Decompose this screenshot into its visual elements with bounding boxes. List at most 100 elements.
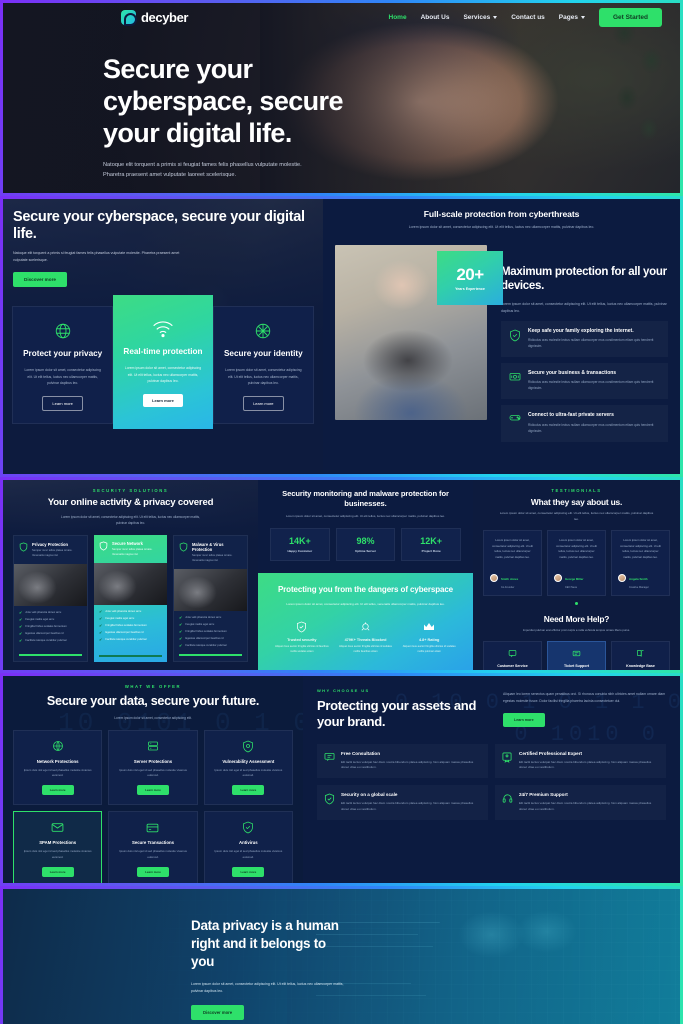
list-item: ✔ Feugiat mattis eget arcu bbox=[179, 622, 242, 627]
get-started-button[interactable]: Get Started bbox=[598, 8, 662, 27]
section2-right-panel: Full-scale protection from cyberthreats … bbox=[323, 199, 680, 474]
testimonial-card[interactable]: Lorem ipsum dolor sit amet, consectetur … bbox=[547, 530, 606, 597]
learn-more-button[interactable]: Learn more bbox=[503, 712, 545, 727]
nav-link-services[interactable]: Services bbox=[463, 14, 498, 21]
feature-card-text: Lorem ipsum dolor sit amet, consectetur … bbox=[225, 367, 302, 386]
learn-more-button[interactable]: Learn more bbox=[42, 396, 83, 412]
learn-more-button[interactable]: Learn more bbox=[143, 394, 183, 408]
check-icon: ✔ bbox=[19, 616, 23, 622]
feature-item-private-servers[interactable]: Connect to ultra-fast private servers Ri… bbox=[501, 405, 668, 441]
service-title: Secure Transactions bbox=[131, 840, 175, 846]
section2-frame: Secure your cyberspace, secure your digi… bbox=[0, 196, 683, 477]
testimonials-eyebrow: TESTIMONIALS bbox=[551, 488, 602, 493]
help-card-ticket-support[interactable]: Ticket Support Venenatis sagittis sit ul… bbox=[547, 640, 606, 670]
learn-more-button[interactable]: Learn more bbox=[41, 785, 74, 796]
feature-card-identity[interactable]: Secure your identity Lorem ipsum dolor s… bbox=[212, 306, 314, 425]
help-card-customer-service[interactable]: Customer Service Venenatis sagittis sit … bbox=[483, 640, 542, 670]
trust-badge-title: Trusted security bbox=[287, 637, 317, 642]
section2-right-content: Maximum protection for all your devices.… bbox=[501, 245, 668, 442]
why-feature-global-security[interactable]: Security on a global scale Elit taciti l… bbox=[317, 785, 488, 820]
help-card-knowledge-base[interactable]: Knowledge Base Venenatis sagittis sit ul… bbox=[611, 640, 670, 670]
discover-more-button[interactable]: Discover more bbox=[191, 1004, 245, 1020]
learn-more-button[interactable]: Learn more bbox=[232, 785, 265, 796]
service-card-vulnerability-assessment[interactable]: Vulnerability Assessment Ipsum duis nisl… bbox=[203, 729, 293, 806]
hero-section-frame: decyber Home About Us Services Contact u… bbox=[0, 0, 683, 196]
why-feature-free-consultation[interactable]: Free Consultation Elit taciti lectus vol… bbox=[317, 744, 488, 779]
protection-card-malware[interactable]: Malware & Virus Protection Semper nunc t… bbox=[173, 535, 248, 662]
feature-card-realtime[interactable]: Real-time protection Lorem ipsum dolor s… bbox=[113, 295, 213, 430]
learn-more-button[interactable]: Learn more bbox=[137, 866, 169, 877]
landing-page-preview: decyber Home About Us Services Contact u… bbox=[0, 0, 683, 1024]
list-item-label: Fringilla finibus sodales fermentum bbox=[185, 630, 227, 634]
list-item: ✔ Facilisis natoque curabitur pulvinar bbox=[99, 637, 162, 642]
testimonial-role: Creative Manager bbox=[629, 586, 649, 590]
feature-title: Secure your business & transactions bbox=[528, 369, 617, 376]
card-title: Malware & Virus Protection bbox=[192, 542, 224, 553]
testimonial-role: CEO Nexa bbox=[565, 586, 577, 590]
discover-more-button[interactable]: Discover more bbox=[13, 272, 67, 288]
mail-shield-icon bbox=[19, 821, 96, 834]
section4-frame: WHAT WE OFFER Secure your data, secure y… bbox=[0, 673, 683, 886]
crown-icon bbox=[397, 621, 461, 633]
section2-left-title: Secure your cyberspace, secure your digi… bbox=[13, 209, 305, 243]
service-title: SPAM Protections bbox=[39, 840, 77, 846]
learn-more-button[interactable]: Learn more bbox=[243, 396, 284, 412]
nav-link-pages-label: Pages bbox=[558, 14, 578, 21]
stat-project-done: 12K+ Project Done bbox=[401, 528, 462, 562]
card-accent-bar bbox=[179, 653, 242, 656]
nav-link-contact-us[interactable]: Contact us bbox=[511, 14, 545, 21]
why-feature-premium-support[interactable]: 24/7 Premium Support Elit taciti lectus … bbox=[495, 785, 666, 820]
check-icon: ✔ bbox=[19, 637, 23, 643]
feature-text: Ridiculus cras molestie lectus nullam ul… bbox=[528, 380, 654, 391]
service-card-secure-transactions[interactable]: Secure Transactions Ipsum duis nisl eget… bbox=[108, 811, 198, 883]
why-choose-header: WHY CHOOSE US Protecting your assets and… bbox=[317, 688, 666, 731]
nav-link-home[interactable]: Home bbox=[389, 14, 407, 21]
shield-icon bbox=[179, 542, 188, 564]
feature-item-secure-business[interactable]: Secure your business & transactions Ridi… bbox=[501, 363, 668, 399]
section2-left-panel: Secure your cyberspace, secure your digi… bbox=[3, 199, 323, 474]
service-card-antivirus[interactable]: Antivirus Ipsum duis nisl eget id sed ph… bbox=[203, 811, 293, 883]
shield-icon bbox=[99, 541, 108, 558]
learn-more-button[interactable]: Learn more bbox=[137, 785, 169, 796]
service-card-network-protections[interactable]: Network Protections Ipsum duis nisl eget… bbox=[13, 729, 103, 806]
protection-card-privacy[interactable]: Privacy Protection Semper nunc tellus pl… bbox=[13, 535, 88, 662]
card-title: Secure Network bbox=[112, 541, 143, 547]
feature-card-privacy[interactable]: Protect your privacy Lorem ipsum dolor s… bbox=[12, 306, 114, 425]
trust-badge-title: 4.8+ Rating bbox=[418, 637, 440, 642]
feature-item-family-safety[interactable]: Keep safe your family exploring the inte… bbox=[501, 321, 668, 357]
check-icon: ✔ bbox=[179, 614, 183, 620]
testimonial-card[interactable]: Lorem ipsum dolor sit amet, consectetur … bbox=[611, 530, 670, 597]
stat-number: 12K+ bbox=[420, 536, 443, 547]
feature-title: Connect to ultra-fast private servers bbox=[528, 412, 614, 419]
service-text: Ipsum duis nisl eget id sed phasellus mo… bbox=[119, 767, 187, 778]
testimonial-card[interactable]: Lorem ipsum dolor sit amet, consectetur … bbox=[483, 530, 542, 597]
why-feature-text: Elit taciti lectus volutpat hac diam nos… bbox=[519, 759, 652, 770]
experience-image-wrap: 20+ Years Experience bbox=[335, 244, 503, 442]
testimonial-user: Smith Jones Co-Founder bbox=[490, 567, 535, 589]
help-card-title: Customer Service bbox=[497, 663, 528, 668]
trust-badges: Trusted security Aliquet risus auctor fr… bbox=[270, 621, 461, 654]
card-head: Secure Network Semper nunc tellus platea… bbox=[94, 535, 167, 563]
service-card-server-protections[interactable]: Server Protections Ipsum duis nisl eget … bbox=[108, 729, 198, 806]
learn-more-button[interactable]: Learn more bbox=[41, 866, 74, 877]
card-accent-bar bbox=[19, 653, 82, 656]
learn-more-button[interactable]: Learn more bbox=[232, 866, 265, 877]
list-item: ✔ Egestas ullamcorper faucibus id bbox=[179, 636, 242, 641]
years-experience-badge: 20+ Years Experience bbox=[437, 250, 503, 305]
nav-link-about-us[interactable]: About Us bbox=[421, 14, 450, 21]
network-globe-icon bbox=[223, 321, 304, 340]
card-desc: Semper nunc tellus platea ornare. Venena… bbox=[112, 548, 153, 556]
brand-logo[interactable]: decyber bbox=[121, 10, 188, 26]
why-feature-certified-expert[interactable]: Certified Professional Expert Elit tacit… bbox=[495, 744, 666, 779]
list-item-label: Ante velit pharetra donec arcu bbox=[185, 616, 222, 620]
nav-link-pages[interactable]: Pages bbox=[559, 14, 585, 21]
card-photo bbox=[14, 563, 87, 606]
service-card-spam-protections[interactable]: SPAM Protections Ipsum duis nisl eget id… bbox=[13, 811, 103, 883]
section3a-title: Your online activity & privacy covered bbox=[47, 497, 214, 508]
list-item-label: Egestas ullamcorper faucibus id bbox=[25, 632, 64, 636]
protection-card-network[interactable]: Secure Network Semper nunc tellus platea… bbox=[94, 535, 167, 662]
carousel-dot[interactable] bbox=[575, 602, 578, 606]
card-head: Privacy Protection Semper nunc tellus pl… bbox=[14, 536, 87, 564]
stat-label: Project Done bbox=[421, 549, 441, 554]
chat-icon bbox=[324, 751, 335, 772]
